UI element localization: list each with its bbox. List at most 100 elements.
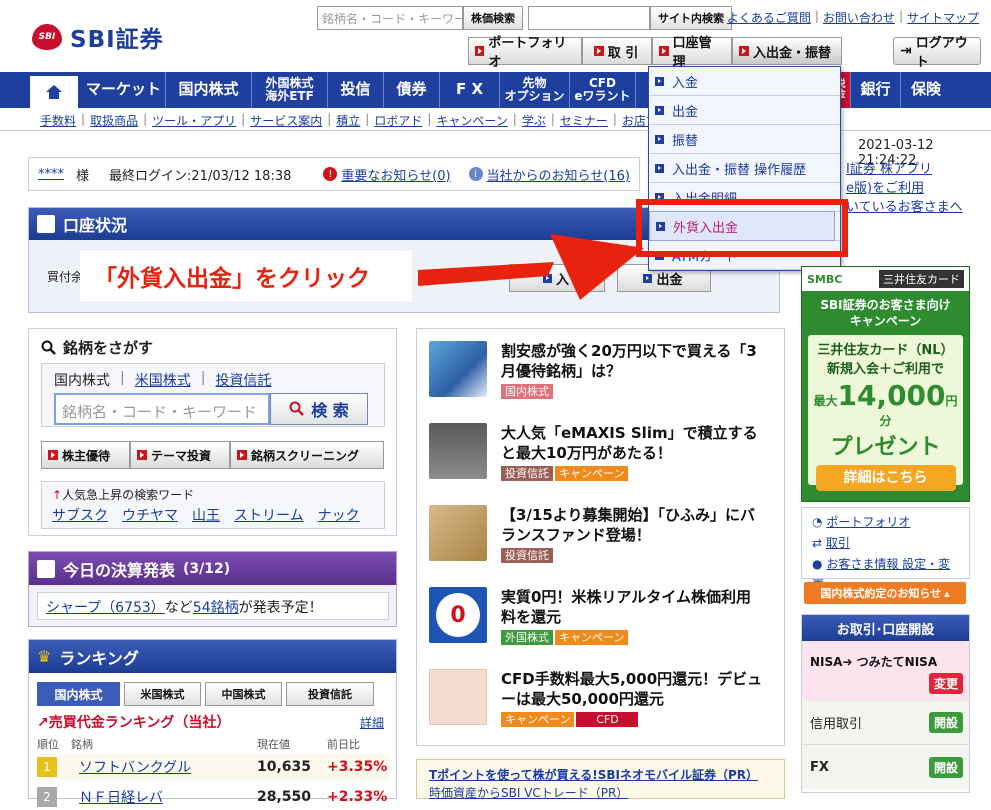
count-link[interactable]: 54銘柄 xyxy=(193,600,239,616)
ranking-header: 順位 銘柄 現在値 前日比 xyxy=(37,738,360,751)
header-search-input[interactable]: 銘柄名・コード・キーワード xyxy=(317,6,463,30)
menu-item-foreign-currency[interactable]: 外貨入出金 xyxy=(649,211,835,241)
rank-tab-domestic[interactable]: 国内株式 xyxy=(37,682,120,706)
user-name[interactable]: **** xyxy=(38,167,64,182)
logout-button[interactable]: ⇥ ログアウト xyxy=(893,36,981,70)
keyword-link[interactable]: サブスク xyxy=(52,505,108,525)
stock-search-button[interactable]: 株価検索 xyxy=(463,6,523,30)
popular-list: サブスク ウチヤマ 山王 ストリーム ナック xyxy=(52,505,374,525)
ranking-detail-link[interactable]: 詳細 xyxy=(360,714,384,731)
nav-insurance[interactable]: 保険 xyxy=(901,72,951,108)
quick-portfolio-link[interactable]: ポートフォリオ xyxy=(826,515,910,529)
sharp-link[interactable]: シャープ（6753） xyxy=(46,600,165,616)
nav-fx[interactable]: F X xyxy=(440,72,500,108)
site-search-button[interactable]: サイト内検索 xyxy=(650,6,732,30)
ad-cta-button[interactable]: 詳細はこちら xyxy=(815,465,956,491)
vctrade-link[interactable]: 時価資産からSBI VCトレード（PR） xyxy=(429,784,772,802)
important-notice[interactable]: ! 重要なお知らせ(0) xyxy=(323,165,451,184)
menu-item-withdraw[interactable]: 出金 xyxy=(649,96,840,125)
subnav-services[interactable]: サービス案内 xyxy=(250,112,322,129)
subnav-campaign[interactable]: キャンペーン xyxy=(436,112,507,129)
table-row[interactable]: 1 ソフトバンクグル 10,635 +3.35% xyxy=(37,754,389,780)
tab-fund[interactable]: 投資信託 xyxy=(215,370,271,390)
smbc-campaign-ad[interactable]: SMBC 三井住友カード SBI証券のお客さま向け キャンペーン 三井住友カード（N… xyxy=(801,266,970,502)
search-panel-title: 銘柄をさがす xyxy=(41,337,153,358)
quick-trade-link[interactable]: 取引 xyxy=(826,536,850,550)
subnav-tools[interactable]: ツール・アプリ xyxy=(152,112,236,129)
earnings-summary: シャープ（6753）など54銘柄が発表予定！ xyxy=(37,592,389,620)
arrow-annotation-icon xyxy=(418,234,644,300)
news-item[interactable]: 割安感が強く20万円以下で買える「3月優待銘柄」は？ 国内株式 xyxy=(429,341,763,399)
tpoint-link[interactable]: Tポイントを使って株が買える!SBIネオモバイル証券（PR） xyxy=(429,766,772,784)
trade-button[interactable]: 取 引 xyxy=(582,37,652,65)
nav-cfd[interactable]: CFD eワラント xyxy=(570,72,636,108)
news-thumbnail xyxy=(429,423,487,479)
news-item[interactable]: CFD手数料最大5,000円還元！デビューは最大50,000円還元 キャンペーン C… xyxy=(429,669,763,727)
nav-futures[interactable]: 先物 オプション xyxy=(500,72,570,108)
nav-domestic-stock[interactable]: 国内株式 xyxy=(166,72,252,108)
ranking-tabs: 国内株式 米国株式 中国株式 投資信託 xyxy=(37,682,374,706)
portfolio-icon: ◔ xyxy=(812,515,823,529)
news-item[interactable]: 大人気「eMAXIS Slim」で積立すると最大10万円があたる！ 投資信託 キャン… xyxy=(429,423,763,481)
subnav-products[interactable]: 取扱商品 xyxy=(90,112,138,129)
screening-button[interactable]: 銘柄スクリーニング xyxy=(230,441,384,469)
stock-search-submit[interactable]: 検 索 xyxy=(270,393,368,425)
subnav-fees[interactable]: 手数料 xyxy=(40,112,76,129)
nav-home[interactable] xyxy=(30,76,78,108)
app-link[interactable]: I証券 株アプリ xyxy=(846,160,963,179)
menu-item-history[interactable]: 入出金・振替 操作履歴 xyxy=(649,154,840,183)
fx-open-button[interactable]: 開設 xyxy=(928,756,963,778)
rank-tab-fund[interactable]: 投資信託 xyxy=(286,682,374,706)
caret-up-icon: ▴ xyxy=(944,586,950,600)
person-icon: ● xyxy=(812,557,823,571)
buying-power-label: 買付余 xyxy=(47,270,84,284)
menu-item-deposit[interactable]: 入金 xyxy=(649,67,840,96)
company-notice[interactable]: i 当社からのお知らせ(16) xyxy=(468,165,630,184)
rank-tab-china[interactable]: 中国株式 xyxy=(205,682,282,706)
menu-item-transfer[interactable]: 振替 xyxy=(649,125,840,154)
keyword-link[interactable]: 山王 xyxy=(192,505,220,525)
contact-link[interactable]: お問い合わせ xyxy=(823,9,895,26)
stock-search-input[interactable]: 銘柄名・コード・キーワード xyxy=(54,393,270,425)
tpoint-pr: Tポイントを使って株が買える!SBIネオモバイル証券（PR） 時価資産からSBI… xyxy=(416,759,785,802)
deposit-withdraw-button[interactable]: 入出金・振替 xyxy=(732,37,842,65)
keyword-link[interactable]: ナック xyxy=(318,505,360,525)
nav-market[interactable]: マーケット xyxy=(82,72,166,108)
nav-bond[interactable]: 債券 xyxy=(384,72,440,108)
shareholder-benefit-button[interactable]: 株主優待 xyxy=(41,441,130,469)
theme-invest-button[interactable]: テーマ投資 xyxy=(130,441,230,469)
subnav-learn[interactable]: 学ぶ xyxy=(522,112,546,129)
margin-open-button[interactable]: 開設 xyxy=(928,712,963,733)
info-icon: i xyxy=(468,167,483,181)
keyword-link[interactable]: ウチヤマ xyxy=(122,505,178,525)
tab-us[interactable]: 米国株式 xyxy=(135,370,191,390)
function-buttons: ポートフォリオ 取 引 口座管理 入出金・振替 xyxy=(468,36,842,70)
arrow-icon xyxy=(655,76,664,86)
news-item[interactable]: 【3/15より募集開始】「ひふみ」にバランスファンド登場！ 投資信託 xyxy=(429,505,763,563)
logo-text: SBI証券 xyxy=(70,27,164,53)
rank-tab-us[interactable]: 米国株式 xyxy=(124,682,201,706)
earnings-title: 今日の決算発表 (3/12) xyxy=(29,552,396,585)
account-mgmt-button[interactable]: 口座管理 xyxy=(652,36,732,70)
nisa-row: NISA➜ つみたてNISA 変更 xyxy=(802,641,969,701)
nav-bank[interactable]: 銀行 xyxy=(851,72,901,108)
nisa-change-button[interactable]: 変更 xyxy=(928,673,963,694)
subnav-roboad[interactable]: ロボアド xyxy=(374,112,422,129)
sitemap-link[interactable]: サイトマップ xyxy=(907,9,979,26)
nav-fund[interactable]: 投信 xyxy=(328,72,384,108)
tab-domestic[interactable]: 国内株式 xyxy=(54,370,110,390)
site-search-input[interactable] xyxy=(528,6,650,30)
open-account-title: お取引･口座開設 xyxy=(802,615,969,641)
nav-foreign-stock[interactable]: 外国株式 海外ETF xyxy=(252,72,328,108)
faq-link[interactable]: よくあるご質問 xyxy=(727,9,811,26)
news-item[interactable]: 0 実質0円！米株リアルタイム株価利用料を還元 外国株式 キャンペーン xyxy=(429,587,763,645)
table-row[interactable]: 2 ＮＦ日経レバ 28,550 +2.33% xyxy=(37,784,389,810)
subnav-seminar[interactable]: セミナー xyxy=(560,112,608,129)
portfolio-button[interactable]: ポートフォリオ xyxy=(468,36,582,70)
keyword-link[interactable]: ストリーム xyxy=(234,505,304,525)
app-link-2[interactable]: e版)をご利用 xyxy=(846,179,963,198)
execution-notice-button[interactable]: 国内株式約定のお知らせ ▴ xyxy=(804,582,966,604)
app-link-3[interactable]: いているお客さまへ xyxy=(846,198,963,217)
sbi-logo[interactable]: SBI SBI証券 xyxy=(32,20,164,54)
subnav-tsumitate[interactable]: 積立 xyxy=(336,112,360,129)
